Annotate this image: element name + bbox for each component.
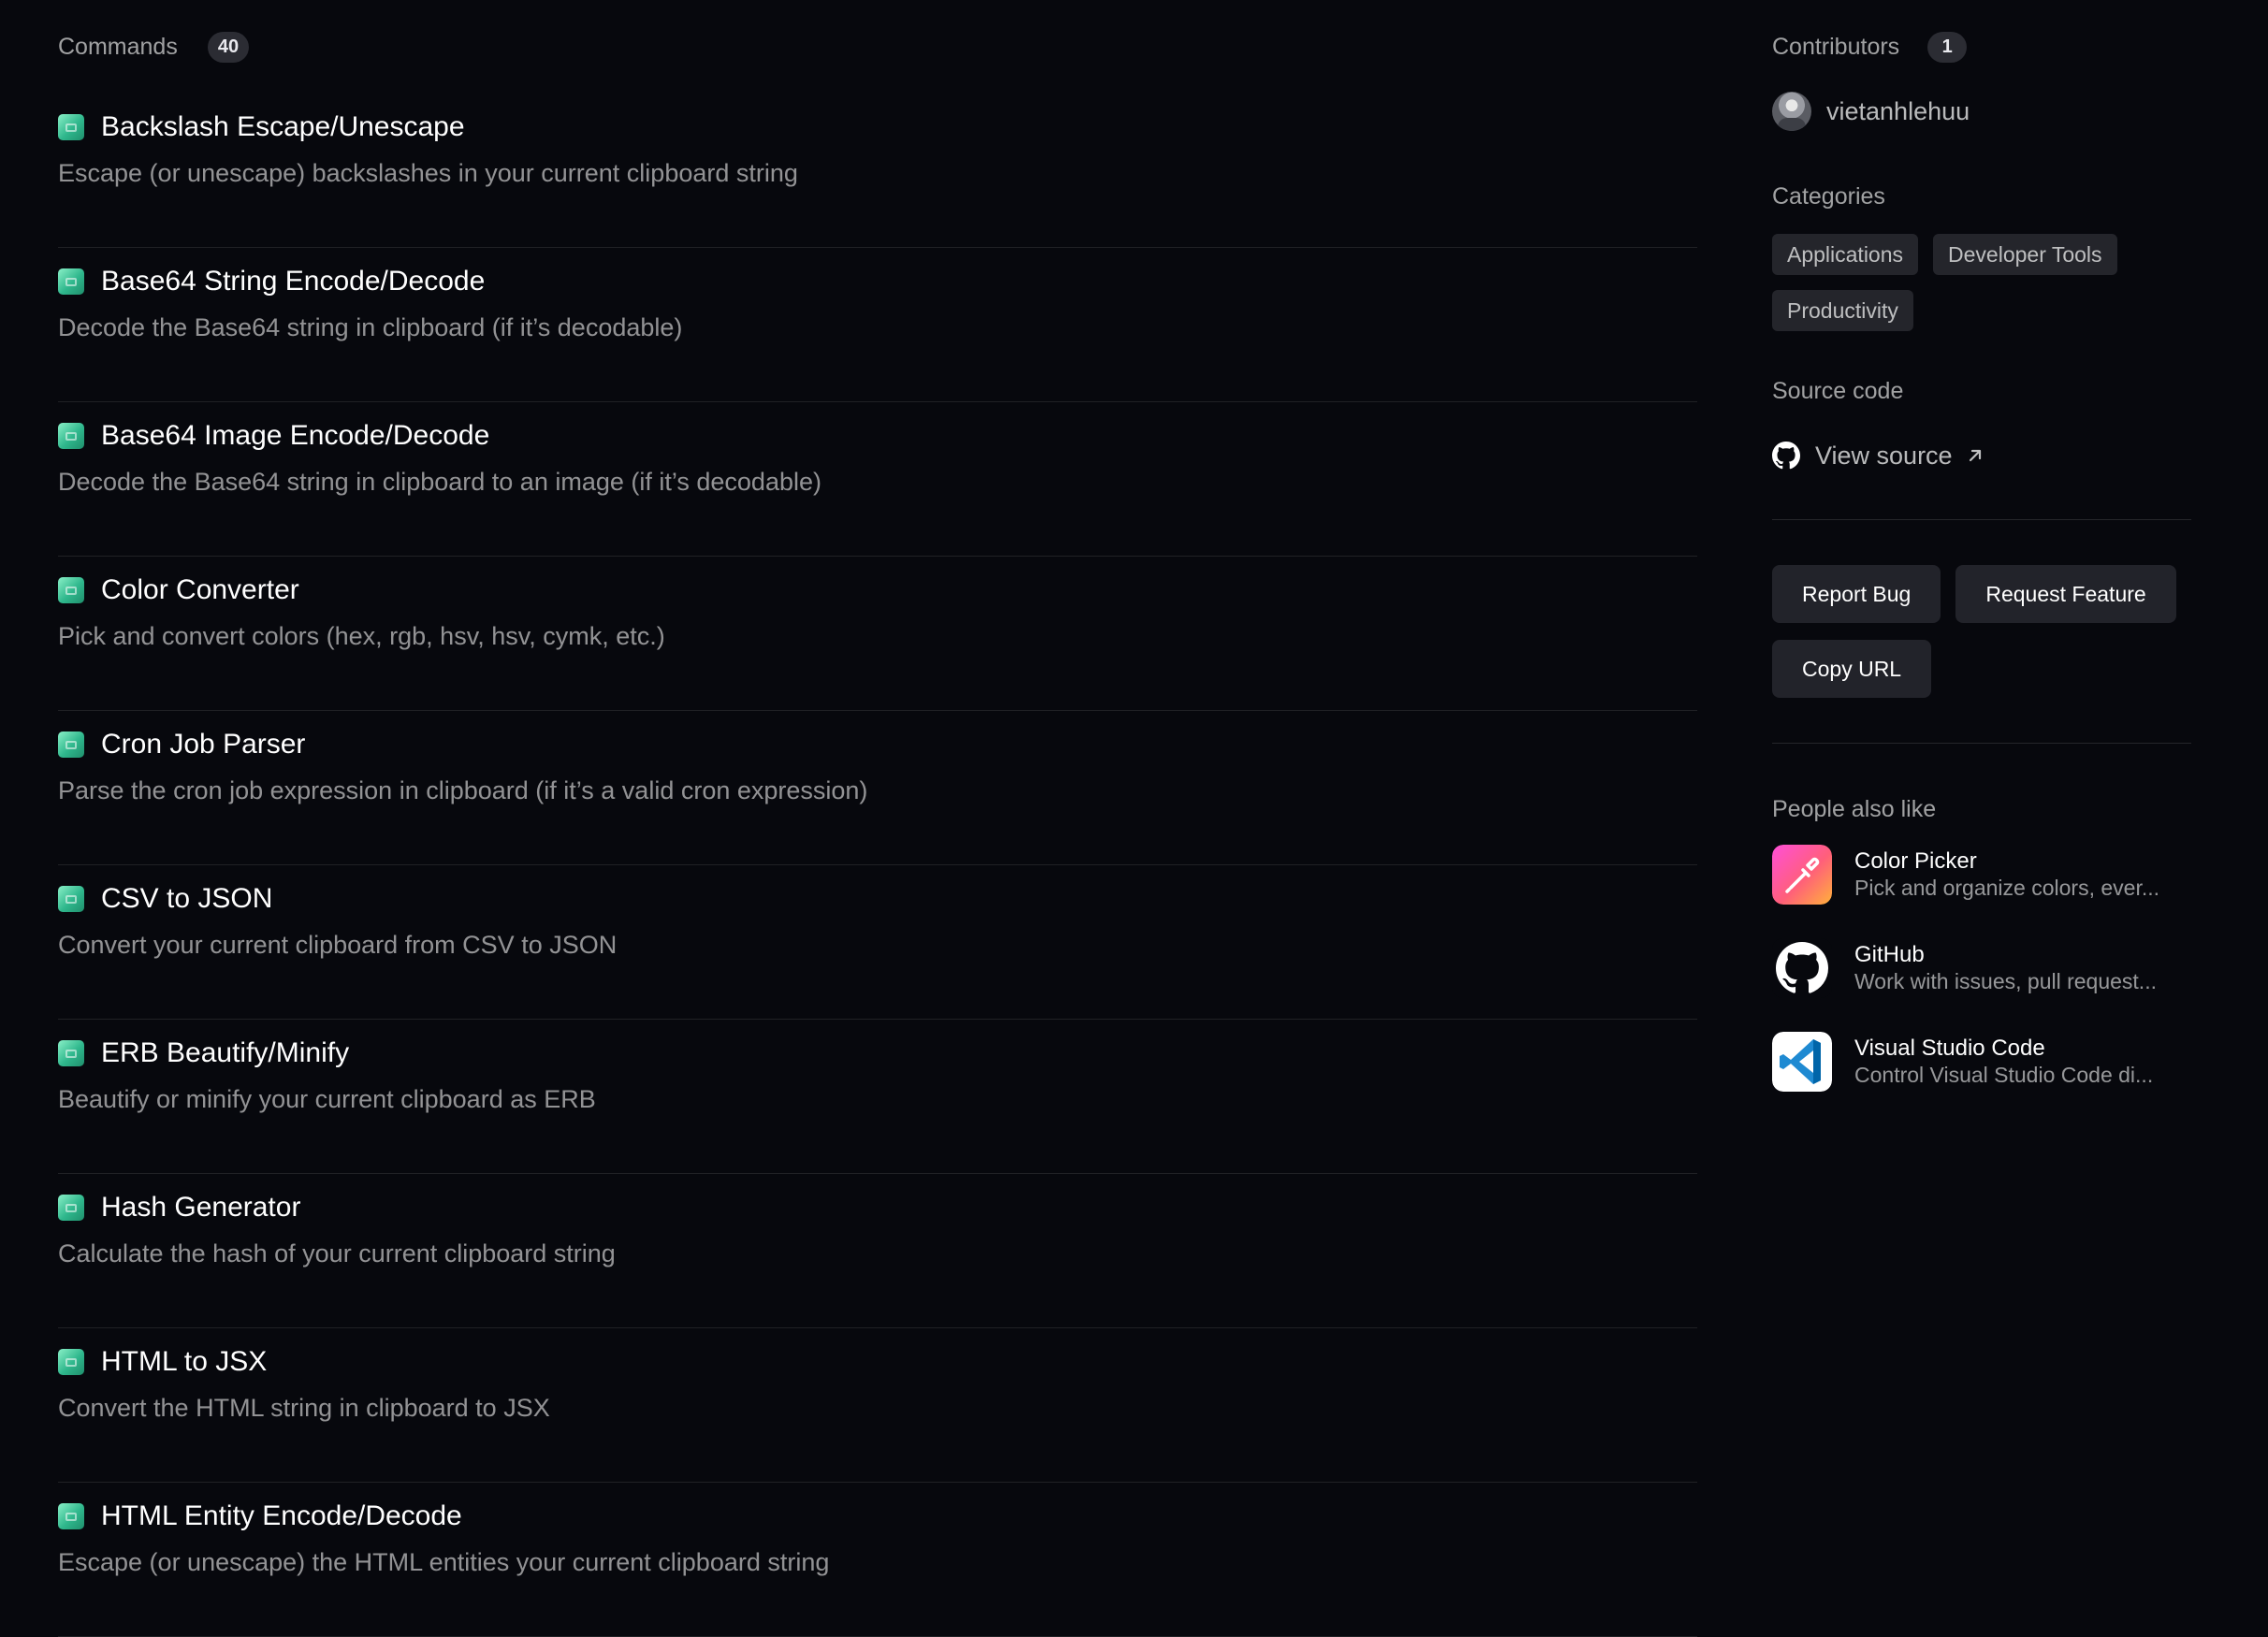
- command-item[interactable]: Cron Job Parser Parse the cron job expre…: [58, 711, 1697, 865]
- recommendation-title: Color Picker: [1854, 848, 1977, 874]
- sidebar-divider: [1772, 519, 2191, 520]
- commands-header: Commands 40: [58, 0, 1697, 94]
- command-title-row: Base64 String Encode/Decode: [58, 261, 1697, 302]
- avatar: [1772, 92, 1811, 131]
- recommendation-item-github[interactable]: GitHub Work with issues, pull request...: [1772, 938, 2191, 998]
- recommendation-item-vscode[interactable]: Visual Studio Code Control Visual Studio…: [1772, 1032, 2191, 1092]
- view-source-link[interactable]: View source: [1772, 437, 2191, 474]
- command-title: Base64 Image Encode/Decode: [101, 420, 490, 451]
- extension-icon: [58, 268, 84, 295]
- view-source-label: View source: [1815, 441, 1953, 470]
- command-title: Color Converter: [101, 574, 299, 605]
- command-title-row: Base64 Image Encode/Decode: [58, 415, 1697, 456]
- command-description: Decode the Base64 string in clipboard to…: [58, 468, 821, 496]
- command-title-row: CSV to JSON: [58, 878, 1697, 920]
- recommendation-description: Pick and organize colors, ever...: [1854, 876, 2159, 900]
- extension-icon: [58, 423, 84, 449]
- people-also-like-label: People also like: [1772, 795, 1937, 822]
- command-title: Backslash Escape/Unescape: [101, 111, 465, 142]
- recommendation-list: Color Picker Pick and organize colors, e…: [1772, 845, 2191, 1092]
- command-item[interactable]: Base64 String Encode/Decode Decode the B…: [58, 248, 1697, 402]
- command-item[interactable]: Base64 Image Encode/Decode Decode the Ba…: [58, 402, 1697, 557]
- sidebar: Contributors 1 vietanhlehuu Categories A…: [1772, 0, 2191, 1125]
- contributors-count-badge: 1: [1927, 31, 1968, 63]
- contributors-label: Contributors: [1772, 33, 1900, 60]
- category-tag-applications[interactable]: Applications: [1772, 234, 1919, 275]
- extension-icon: [58, 1349, 84, 1375]
- command-title-row: Backslash Escape/Unescape: [58, 107, 1697, 148]
- extension-icon: [58, 1195, 84, 1221]
- people-also-like-header: People also like: [1772, 792, 2191, 826]
- recommendation-text: GitHub Work with issues, pull request...: [1854, 942, 2191, 994]
- command-item[interactable]: ERB Beautify/Minify Beautify or minify y…: [58, 1020, 1697, 1174]
- command-description: Escape (or unescape) backslashes in your…: [58, 159, 798, 187]
- color-picker-icon: [1772, 845, 1832, 905]
- command-description: Escape (or unescape) the HTML entities y…: [58, 1548, 830, 1576]
- vscode-icon: [1772, 1032, 1832, 1092]
- commands-section: Commands 40 Backslash Escape/Unescape Es…: [58, 0, 1697, 1637]
- sidebar-divider: [1772, 743, 2191, 744]
- command-title: CSV to JSON: [101, 883, 273, 914]
- recommendation-title: Visual Studio Code: [1854, 1036, 2045, 1061]
- command-title: Base64 String Encode/Decode: [101, 266, 486, 297]
- command-description: Parse the cron job expression in clipboa…: [58, 776, 868, 804]
- command-item[interactable]: HTML Entity Encode/Decode Escape (or une…: [58, 1483, 1697, 1637]
- recommendation-item-color-picker[interactable]: Color Picker Pick and organize colors, e…: [1772, 845, 2191, 905]
- command-title: Hash Generator: [101, 1192, 301, 1223]
- command-item[interactable]: Backslash Escape/Unescape Escape (or une…: [58, 94, 1697, 248]
- source-code-header: Source code: [1772, 374, 2191, 408]
- recommendation-text: Color Picker Pick and organize colors, e…: [1854, 848, 2191, 901]
- extension-icon: [58, 114, 84, 140]
- category-tag-productivity[interactable]: Productivity: [1772, 290, 1913, 331]
- recommendation-title: GitHub: [1854, 942, 1925, 967]
- categories-header: Categories: [1772, 180, 2191, 213]
- command-description: Convert the HTML string in clipboard to …: [58, 1394, 550, 1422]
- command-title: HTML Entity Encode/Decode: [101, 1500, 462, 1531]
- command-description: Beautify or minify your current clipboar…: [58, 1085, 596, 1113]
- command-title-row: HTML Entity Encode/Decode: [58, 1496, 1697, 1537]
- extension-icon: [58, 1503, 84, 1529]
- contributors-header: Contributors 1: [1772, 0, 2191, 94]
- command-title: HTML to JSX: [101, 1346, 268, 1377]
- report-bug-button[interactable]: Report Bug: [1772, 565, 1941, 623]
- recommendation-description: Control Visual Studio Code di...: [1854, 1063, 2154, 1087]
- extension-icon: [58, 1040, 84, 1066]
- category-tag-developer-tools[interactable]: Developer Tools: [1933, 234, 2117, 275]
- command-item[interactable]: CSV to JSON Convert your current clipboa…: [58, 865, 1697, 1020]
- command-item[interactable]: Hash Generator Calculate the hash of you…: [58, 1174, 1697, 1328]
- command-item[interactable]: HTML to JSX Convert the HTML string in c…: [58, 1328, 1697, 1483]
- request-feature-button[interactable]: Request Feature: [1955, 565, 2176, 623]
- command-description: Decode the Base64 string in clipboard (i…: [58, 313, 683, 341]
- github-icon: [1772, 938, 1832, 998]
- contributor-name: vietanhlehuu: [1826, 96, 1970, 125]
- external-link-icon: [1969, 449, 1981, 462]
- command-title-row: Hash Generator: [58, 1187, 1697, 1228]
- action-buttons: Report Bug Request Feature Copy URL: [1772, 565, 2191, 698]
- command-description: Convert your current clipboard from CSV …: [58, 931, 618, 959]
- command-item[interactable]: Color Converter Pick and convert colors …: [58, 557, 1697, 711]
- copy-url-button[interactable]: Copy URL: [1772, 640, 1932, 698]
- recommendation-description: Work with issues, pull request...: [1854, 969, 2157, 993]
- extension-icon: [58, 886, 84, 912]
- recommendation-text: Visual Studio Code Control Visual Studio…: [1854, 1036, 2191, 1088]
- command-description: Pick and convert colors (hex, rgb, hsv, …: [58, 622, 665, 650]
- command-title-row: Color Converter: [58, 570, 1697, 611]
- contributor-item[interactable]: vietanhlehuu: [1772, 92, 2191, 131]
- command-title-row: HTML to JSX: [58, 1341, 1697, 1383]
- command-title: Cron Job Parser: [101, 729, 306, 760]
- command-title-row: Cron Job Parser: [58, 724, 1697, 765]
- category-tags: Applications Developer Tools Productivit…: [1772, 234, 2191, 331]
- commands-count-badge: 40: [207, 31, 250, 63]
- github-icon: [1772, 442, 1800, 470]
- extension-page: Commands 40 Backslash Escape/Unescape Es…: [0, 0, 2268, 1637]
- extension-icon: [58, 577, 84, 603]
- categories-label: Categories: [1772, 182, 1885, 210]
- command-description: Calculate the hash of your current clipb…: [58, 1239, 616, 1268]
- commands-label: Commands: [58, 33, 178, 60]
- extension-icon: [58, 732, 84, 758]
- command-list: Backslash Escape/Unescape Escape (or une…: [58, 94, 1697, 1637]
- source-code-label: Source code: [1772, 377, 1904, 404]
- command-title: ERB Beautify/Minify: [101, 1037, 350, 1068]
- command-title-row: ERB Beautify/Minify: [58, 1033, 1697, 1074]
